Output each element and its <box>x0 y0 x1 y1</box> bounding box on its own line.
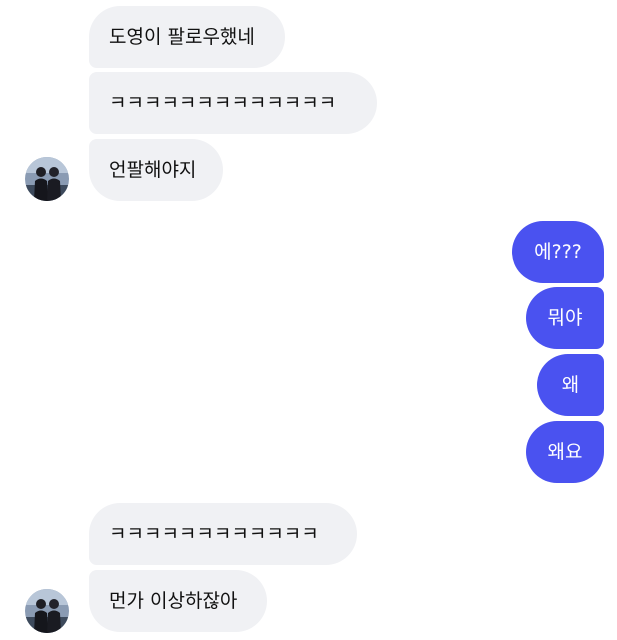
message-text: 왜요 <box>547 441 583 463</box>
outgoing-message[interactable]: 왜 <box>537 354 604 416</box>
incoming-message[interactable]: ㅋㅋㅋㅋㅋㅋㅋㅋㅋㅋㅋㅋ <box>89 503 357 565</box>
incoming-message[interactable]: 도영이 팔로우했네 <box>89 6 285 68</box>
message-text: 왜 <box>561 374 580 396</box>
message-text: 도영이 팔로우했네 <box>109 26 255 48</box>
outgoing-message[interactable]: 에??? <box>512 221 604 283</box>
sender-avatar[interactable] <box>25 589 69 633</box>
sender-avatar[interactable] <box>25 157 69 201</box>
incoming-message[interactable]: ㅋㅋㅋㅋㅋㅋㅋㅋㅋㅋㅋㅋㅋ <box>89 72 377 134</box>
message-text: ㅋㅋㅋㅋㅋㅋㅋㅋㅋㅋㅋㅋㅋ <box>109 92 337 114</box>
message-text: 언팔해야지 <box>109 159 197 181</box>
incoming-message[interactable]: 언팔해야지 <box>89 139 223 201</box>
message-text: 먼가 이상하잖아 <box>109 590 238 612</box>
message-text: ㅋㅋㅋㅋㅋㅋㅋㅋㅋㅋㅋㅋ <box>109 523 319 545</box>
message-text: 뭐야 <box>547 307 583 329</box>
outgoing-message[interactable]: 뭐야 <box>526 287 604 349</box>
outgoing-message[interactable]: 왜요 <box>526 421 604 483</box>
avatar-photo <box>25 157 69 201</box>
message-text: 에??? <box>534 241 582 263</box>
incoming-message[interactable]: 먼가 이상하잖아 <box>89 570 267 632</box>
avatar-photo <box>25 589 69 633</box>
